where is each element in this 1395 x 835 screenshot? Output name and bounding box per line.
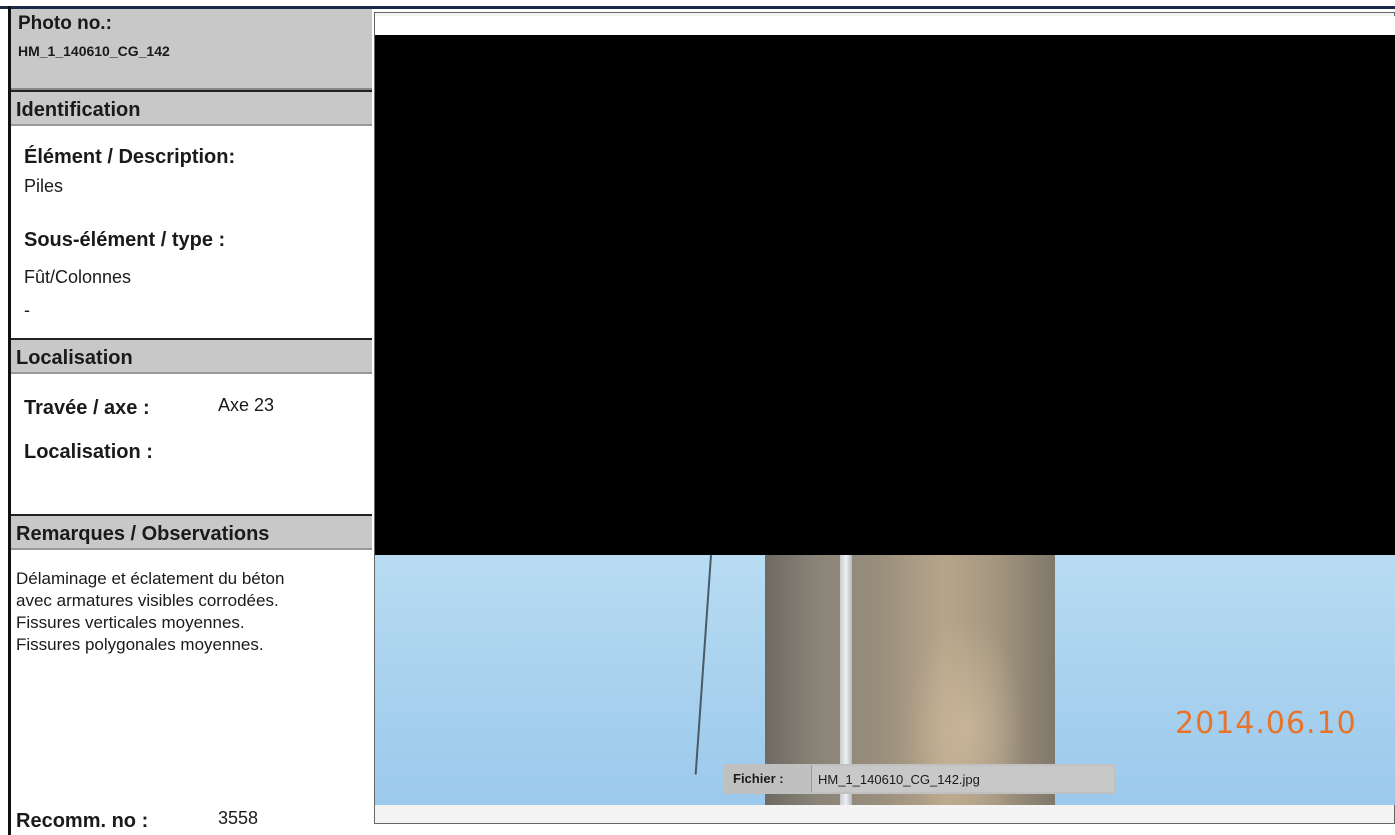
remarks-text: Délaminage et éclatement du béton avec a… [16,568,284,656]
left-border-line [8,6,11,835]
localisation-header: Localisation [11,338,372,374]
localisation-label: Localisation : [24,441,153,463]
remarks-line: Fissures polygonales moyennes. [16,635,264,654]
remarks-line: Fissures verticales moyennes. [16,613,245,632]
inspection-photo: 2014.06.10 Fichier : HM_1_140610_CG_142.… [375,16,1395,805]
travee-axe-value: Axe 23 [218,395,275,415]
subelement-type-label: Sous-élément / type : [24,229,226,251]
remarks-header: Remarques / Observations [11,514,372,550]
element-description-value: Piles [24,176,64,196]
recommendation-label: Recomm. no : [16,810,149,832]
file-label: Fichier : [733,771,784,786]
file-info-bar: Fichier : HM_1_140610_CG_142.jpg [723,764,1115,794]
recommendation-value: 3558 [218,808,259,828]
photo-number-value: HM_1_140610_CG_142 [18,43,170,59]
remarks-line: Délaminage et éclatement du béton [16,569,285,588]
photo-date-stamp: 2014.06.10 [1175,706,1357,741]
redacted-black-band [375,35,1395,555]
identification-header: Identification [11,90,372,126]
identification-extra: - [24,300,30,320]
photo-number-label: Photo no.: [18,13,112,34]
remarks-line: avec armatures visibles corrodées. [16,591,279,610]
element-description-label: Élément / Description: [24,146,236,168]
travee-axe-label: Travée / axe : [24,397,150,419]
photo-number-header: Photo no.: HM_1_140610_CG_142 [11,9,372,90]
file-name: HM_1_140610_CG_142.jpg [818,772,980,787]
subelement-type-value: Fût/Colonnes [24,267,132,287]
file-name-box: HM_1_140610_CG_142.jpg [811,766,1114,792]
